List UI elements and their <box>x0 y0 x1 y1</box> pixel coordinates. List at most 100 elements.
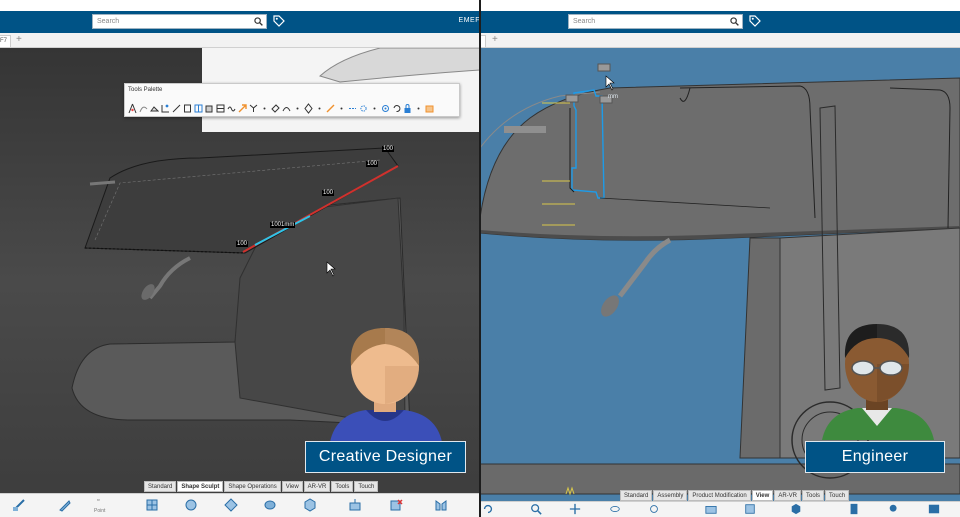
arc-icon[interactable] <box>282 103 291 114</box>
frame-icon[interactable] <box>183 103 192 114</box>
folder-orange-icon[interactable] <box>425 103 434 114</box>
tab-assembly[interactable]: Assembly <box>653 490 688 501</box>
search-input[interactable]: Search <box>568 14 743 29</box>
tab-document[interactable]: F7 <box>0 35 12 47</box>
refresh-icon[interactable] <box>392 103 401 114</box>
engineer-pane: Search + mm Standard Assembly Product Mo… <box>480 0 960 517</box>
settings-icon[interactable] <box>381 103 390 114</box>
tab-touch[interactable]: Touch <box>354 481 379 492</box>
line-icon[interactable] <box>172 103 181 114</box>
tab-shape-sculpt[interactable]: Shape Sculpt <box>177 481 224 492</box>
tools-palette[interactable]: Tools Palette <box>124 83 460 117</box>
gear-icon[interactable] <box>359 103 368 114</box>
inspect-icon[interactable] <box>888 503 900 515</box>
shape-icon[interactable] <box>263 498 277 512</box>
curve-icon[interactable] <box>139 103 148 114</box>
top-bar: Search <box>480 11 960 33</box>
delete-icon[interactable] <box>389 498 403 512</box>
orbit-icon[interactable] <box>609 503 621 515</box>
tab-strip: F7 + <box>0 33 480 48</box>
tag-marker[interactable] <box>565 94 579 103</box>
camera-icon[interactable] <box>705 503 717 515</box>
action-bar: ▫ Point <box>0 493 480 517</box>
pin-icon[interactable] <box>271 103 280 114</box>
plane-icon[interactable] <box>150 103 159 114</box>
grid-surface-icon[interactable] <box>145 498 159 512</box>
tag-icon[interactable] <box>749 15 761 27</box>
dash-arrow-icon[interactable] <box>348 103 357 114</box>
mirror-icon[interactable] <box>434 498 448 512</box>
lever-knob <box>601 295 619 317</box>
tag-icon[interactable] <box>273 15 285 27</box>
cube-icon[interactable] <box>303 498 317 512</box>
dimension-label[interactable]: 100 <box>322 190 335 196</box>
dot-icon[interactable] <box>414 103 423 114</box>
diamond-icon[interactable] <box>304 102 313 114</box>
section-tabs: Standard Shape Sculpt Shape Operations V… <box>144 481 379 492</box>
dot-icon[interactable] <box>337 103 346 114</box>
dimension-label[interactable]: 100 <box>366 161 379 167</box>
lock-icon[interactable] <box>403 103 412 114</box>
tab-ar-vr[interactable]: AR-VR <box>774 490 801 501</box>
search-input[interactable]: Search <box>92 14 267 29</box>
tab-view[interactable]: View <box>751 490 774 501</box>
tab-ar-vr[interactable]: AR-VR <box>303 481 331 492</box>
dimension-label[interactable]: 100 <box>382 146 395 152</box>
section-icon[interactable] <box>744 503 756 515</box>
engineer-avatar <box>822 324 934 440</box>
arrow-orange-icon[interactable] <box>238 103 247 114</box>
sketch-icon[interactable] <box>12 498 26 512</box>
dot-icon[interactable] <box>293 103 302 114</box>
extrude-icon[interactable] <box>348 498 362 512</box>
grid-icon[interactable] <box>194 103 203 114</box>
tab-shape-operations[interactable]: Shape Operations <box>224 481 281 492</box>
designer-pane: Search EMEF F7 + 100 100 100 1001mm 100 … <box>0 0 480 517</box>
stub-rod <box>504 126 546 133</box>
rotate-icon[interactable] <box>482 503 494 515</box>
tab-tools[interactable]: Tools <box>802 490 825 501</box>
point-icon[interactable]: ▫ <box>97 497 99 504</box>
add-tab-button[interactable]: + <box>16 34 22 45</box>
tab-touch[interactable]: Touch <box>825 490 850 501</box>
action-bar <box>480 501 960 517</box>
tab-standard[interactable]: Standard <box>620 490 653 501</box>
brand-text: EMEF <box>458 17 480 24</box>
tab-strip: + <box>480 33 960 48</box>
document-icon[interactable] <box>848 503 860 515</box>
sphere-icon[interactable] <box>184 498 198 512</box>
tab-tools[interactable]: Tools <box>331 481 354 492</box>
search-icon[interactable] <box>254 17 263 26</box>
vertex-icon[interactable] <box>224 498 238 512</box>
dimension-label[interactable]: 100 <box>236 241 249 247</box>
add-tab-button[interactable]: + <box>492 34 498 45</box>
persona-label-engineer: Engineer <box>805 441 945 473</box>
dot-icon[interactable] <box>370 103 379 114</box>
render-icon[interactable] <box>928 503 940 515</box>
palette-title: Tools Palette <box>128 87 163 93</box>
head-surface <box>480 77 960 241</box>
tab-product-modification[interactable]: Product Modification <box>688 490 751 501</box>
wave-icon[interactable] <box>227 103 236 114</box>
tag-marker[interactable] <box>597 63 611 72</box>
pen-icon[interactable] <box>58 498 72 512</box>
box-icon[interactable] <box>205 103 214 114</box>
cube-icon[interactable] <box>790 503 802 515</box>
snap-icon[interactable] <box>161 103 170 114</box>
compass-icon[interactable] <box>128 103 137 114</box>
slash-orange-icon[interactable] <box>326 103 335 114</box>
lever <box>618 237 672 298</box>
zoom-icon[interactable] <box>530 503 542 515</box>
dot-icon[interactable] <box>315 103 324 114</box>
dot-icon[interactable] <box>260 103 269 114</box>
dimension-label[interactable]: 1001mm <box>270 222 296 228</box>
branch-icon[interactable] <box>249 103 258 114</box>
grid-icon[interactable] <box>216 103 225 114</box>
palette-icons <box>128 100 456 116</box>
tab-standard[interactable]: Standard <box>144 481 177 492</box>
search-icon[interactable] <box>730 17 739 26</box>
designer-avatar <box>330 328 442 442</box>
split-screen: Search EMEF F7 + 100 100 100 1001mm 100 … <box>0 0 960 517</box>
pan-icon[interactable] <box>569 503 581 515</box>
lookat-icon[interactable] <box>648 503 660 515</box>
tab-view[interactable]: View <box>281 481 303 492</box>
